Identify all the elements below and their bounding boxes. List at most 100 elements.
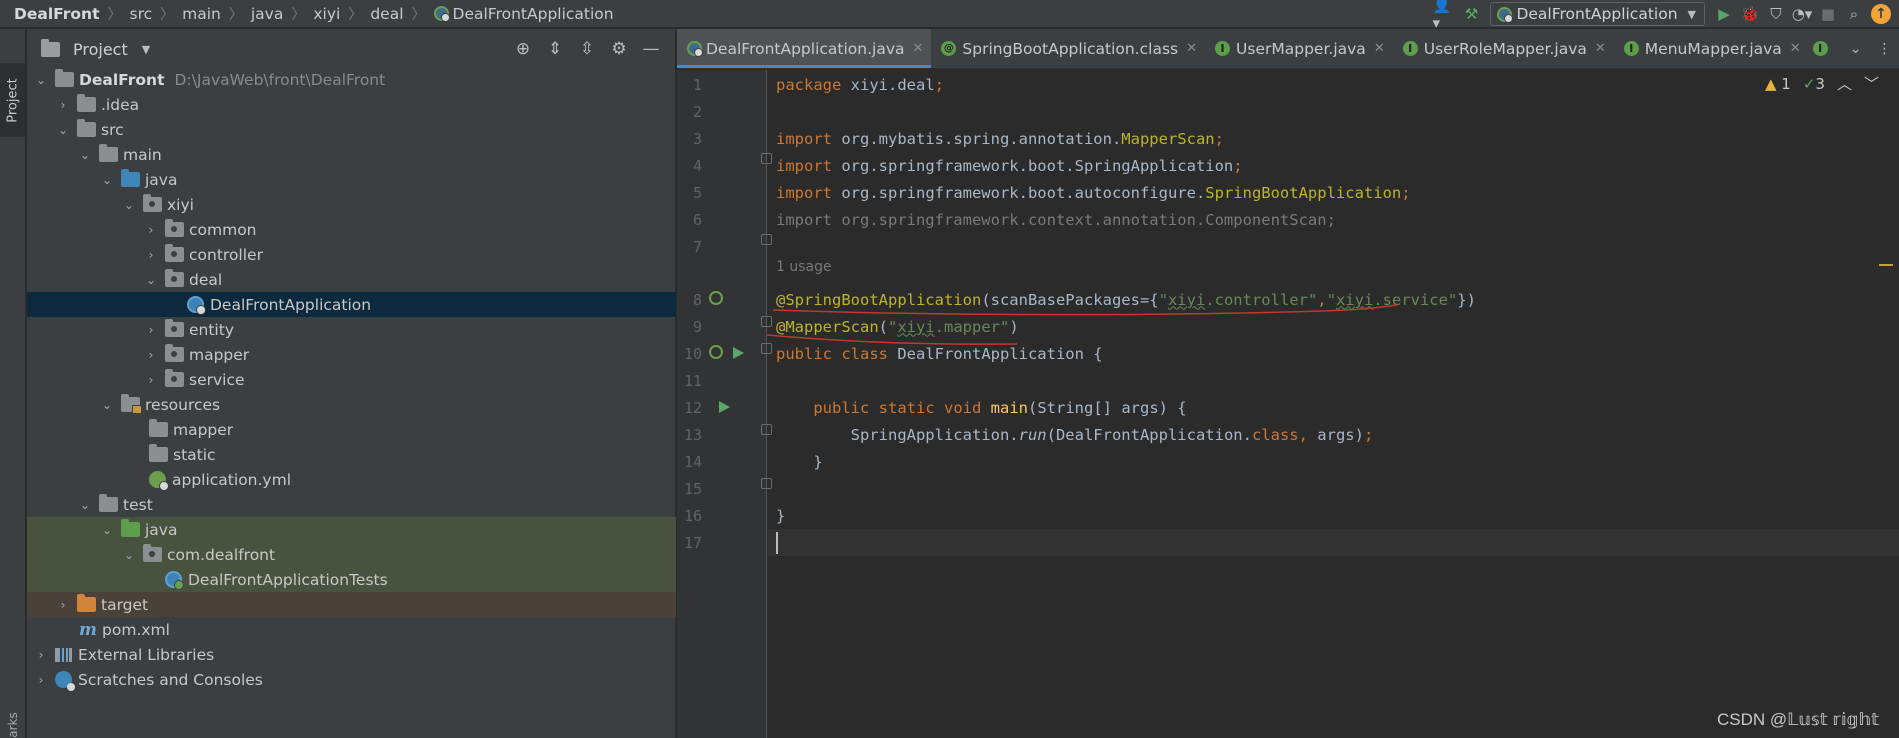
chevron-down-icon[interactable]: ⌄ (77, 148, 93, 162)
tree-item-label: static (173, 445, 216, 464)
expand-all-icon[interactable]: ⇕ (539, 36, 571, 62)
profile-icon[interactable]: ◔▾ (1789, 1, 1815, 27)
chevron-down-icon[interactable]: ⌄ (99, 173, 115, 187)
build-hammer-icon[interactable]: ⚒ (1458, 1, 1484, 27)
close-icon[interactable]: ✕ (913, 41, 924, 56)
tree-item-controller[interactable]: › controller (27, 242, 676, 267)
stop-icon[interactable]: ■ (1815, 1, 1841, 27)
chevron-down-icon[interactable]: ⌄ (143, 273, 159, 287)
tree-item-com-dealfront[interactable]: ⌄ com.dealfront (27, 542, 676, 567)
chevron-right-icon[interactable]: › (33, 673, 49, 687)
tab-overflow-partial[interactable]: I (1809, 29, 1838, 68)
tree-item-application-yml[interactable]: application.yml (27, 467, 676, 492)
tree-item-test-java[interactable]: ⌄ java (27, 517, 676, 542)
chevron-right-icon[interactable]: › (143, 248, 159, 262)
chevron-right-icon[interactable]: › (143, 348, 159, 362)
ide-update-icon[interactable]: ↑ (1871, 4, 1891, 24)
fold-marker-icon[interactable] (761, 424, 772, 435)
spring-bean-icon[interactable] (709, 345, 723, 359)
fold-marker-icon[interactable] (761, 316, 772, 327)
close-icon[interactable]: ✕ (1374, 41, 1385, 56)
tree-item-deal[interactable]: ⌄ deal (27, 267, 676, 292)
tab-springbootapplication-class[interactable]: @ SpringBootApplication.class ✕ (931, 29, 1205, 68)
close-icon[interactable]: ✕ (1186, 41, 1197, 56)
breadcrumb-item-deal[interactable]: deal (370, 5, 403, 23)
chevron-down-icon[interactable]: ⌄ (99, 523, 115, 537)
more-vertical-icon[interactable]: ⋮ (1877, 41, 1891, 57)
usage-hint-line: 1 usage (677, 257, 1899, 277)
tree-item-src[interactable]: ⌄ src (27, 117, 676, 142)
close-icon[interactable]: ✕ (1595, 41, 1606, 56)
chevron-down-icon[interactable]: ⌄ (121, 548, 137, 562)
project-panel-title[interactable]: Project (73, 40, 128, 59)
debug-bug-icon[interactable]: 🐞 (1737, 1, 1763, 27)
usage-hint[interactable]: 1 usage (776, 259, 832, 275)
fold-marker-icon[interactable] (761, 234, 772, 245)
fold-marker-icon[interactable] (761, 153, 772, 164)
tree-item-pom-xml[interactable]: m pom.xml (27, 617, 676, 642)
tab-userrolemapper-java[interactable]: I UserRoleMapper.java ✕ (1393, 29, 1614, 68)
tree-item-static[interactable]: static (27, 442, 676, 467)
breadcrumb-item-main[interactable]: main (182, 5, 221, 23)
spring-bean-icon[interactable] (709, 291, 723, 305)
locate-file-crosshair-icon[interactable]: ⊕ (507, 36, 539, 62)
tree-item-resources-mapper[interactable]: mapper (27, 417, 676, 442)
fold-marker-icon[interactable] (761, 478, 772, 489)
tree-item-external-libraries[interactable]: › External Libraries (27, 642, 676, 667)
tree-item-common[interactable]: › common (27, 217, 676, 242)
chevron-down-icon[interactable]: ▼ (142, 43, 150, 56)
search-icon[interactable]: ⌕ (1841, 1, 1867, 27)
run-configuration-selector[interactable]: DealFrontApplication ▼ (1490, 2, 1705, 26)
tree-item-service[interactable]: › service (27, 367, 676, 392)
chevron-down-icon[interactable]: ⌄ (55, 123, 71, 137)
tree-item-label: pom.xml (102, 620, 170, 639)
tree-item-resources[interactable]: ⌄ resources (27, 392, 676, 417)
breadcrumb-item-class[interactable]: DealFrontApplication (433, 5, 614, 23)
chevron-right-icon[interactable]: › (55, 98, 71, 112)
bookmarks-tool-window-tab[interactable]: arks (0, 712, 26, 738)
tab-usermapper-java[interactable]: I UserMapper.java ✕ (1205, 29, 1393, 68)
tree-item-entity[interactable]: › entity (27, 317, 676, 342)
breadcrumb-item-java[interactable]: java (251, 5, 283, 23)
tree-item-idea[interactable]: › .idea (27, 92, 676, 117)
chevron-right-icon[interactable]: › (143, 373, 159, 387)
chevron-down-icon[interactable]: ⌄ (121, 198, 137, 212)
tree-item-test[interactable]: ⌄ test (27, 492, 676, 517)
chevron-right-icon[interactable]: › (55, 598, 71, 612)
coverage-shield-icon[interactable]: ⛉ (1763, 1, 1789, 27)
chevron-right-icon[interactable]: › (143, 223, 159, 237)
breadcrumb-item-src[interactable]: src (130, 5, 153, 23)
close-icon[interactable]: ✕ (1790, 41, 1801, 56)
chevron-down-icon[interactable]: ⌄ (77, 498, 93, 512)
run-gutter-icon[interactable] (719, 401, 730, 413)
tree-item-dealfrontapplicationtests[interactable]: DealFrontApplicationTests (27, 567, 676, 592)
fold-marker-icon[interactable] (761, 343, 772, 354)
tab-menumapper-java[interactable]: I MenuMapper.java ✕ (1614, 29, 1809, 68)
chevron-right-icon[interactable]: › (143, 323, 159, 337)
package-icon (165, 219, 184, 237)
breadcrumb-item-xiyi[interactable]: xiyi (313, 5, 340, 23)
tree-item-mapper[interactable]: › mapper (27, 342, 676, 367)
gear-icon[interactable]: ⚙ (603, 36, 635, 62)
run-icon[interactable]: ▶ (1711, 1, 1737, 27)
minimize-icon[interactable]: — (635, 36, 667, 62)
chevron-down-icon[interactable]: ⌄ (99, 398, 115, 412)
tree-item-xiyi[interactable]: ⌄ xiyi (27, 192, 676, 217)
project-tool-window-tab[interactable]: Project (0, 63, 26, 137)
tree-item-scratches[interactable]: › Scratches and Consoles (27, 667, 676, 692)
collapse-all-icon[interactable]: ⇳ (571, 36, 603, 62)
tree-item-label: .idea (101, 95, 140, 114)
tree-item-java[interactable]: ⌄ java (27, 167, 676, 192)
tree-item-dealfrontapplication[interactable]: DealFrontApplication (27, 292, 676, 317)
breadcrumb-item-project[interactable]: DealFront (14, 5, 100, 23)
tab-dealfrontapplication-java[interactable]: DealFrontApplication.java ✕ (677, 29, 932, 68)
chevron-down-icon[interactable]: ⌄ (33, 73, 49, 87)
tree-item-main[interactable]: ⌄ main (27, 142, 676, 167)
tree-item-target[interactable]: › target (27, 592, 676, 617)
run-gutter-icon[interactable] (733, 347, 744, 359)
project-tool-window-label: Project (5, 77, 21, 123)
chevron-right-icon[interactable]: › (33, 648, 49, 662)
chevron-down-icon[interactable]: ⌄ (1850, 41, 1862, 57)
tree-item-dealfront[interactable]: ⌄ DealFront D:\JavaWeb\front\DealFront (27, 67, 676, 92)
user-account-icon[interactable]: 👤▾ (1432, 0, 1458, 32)
